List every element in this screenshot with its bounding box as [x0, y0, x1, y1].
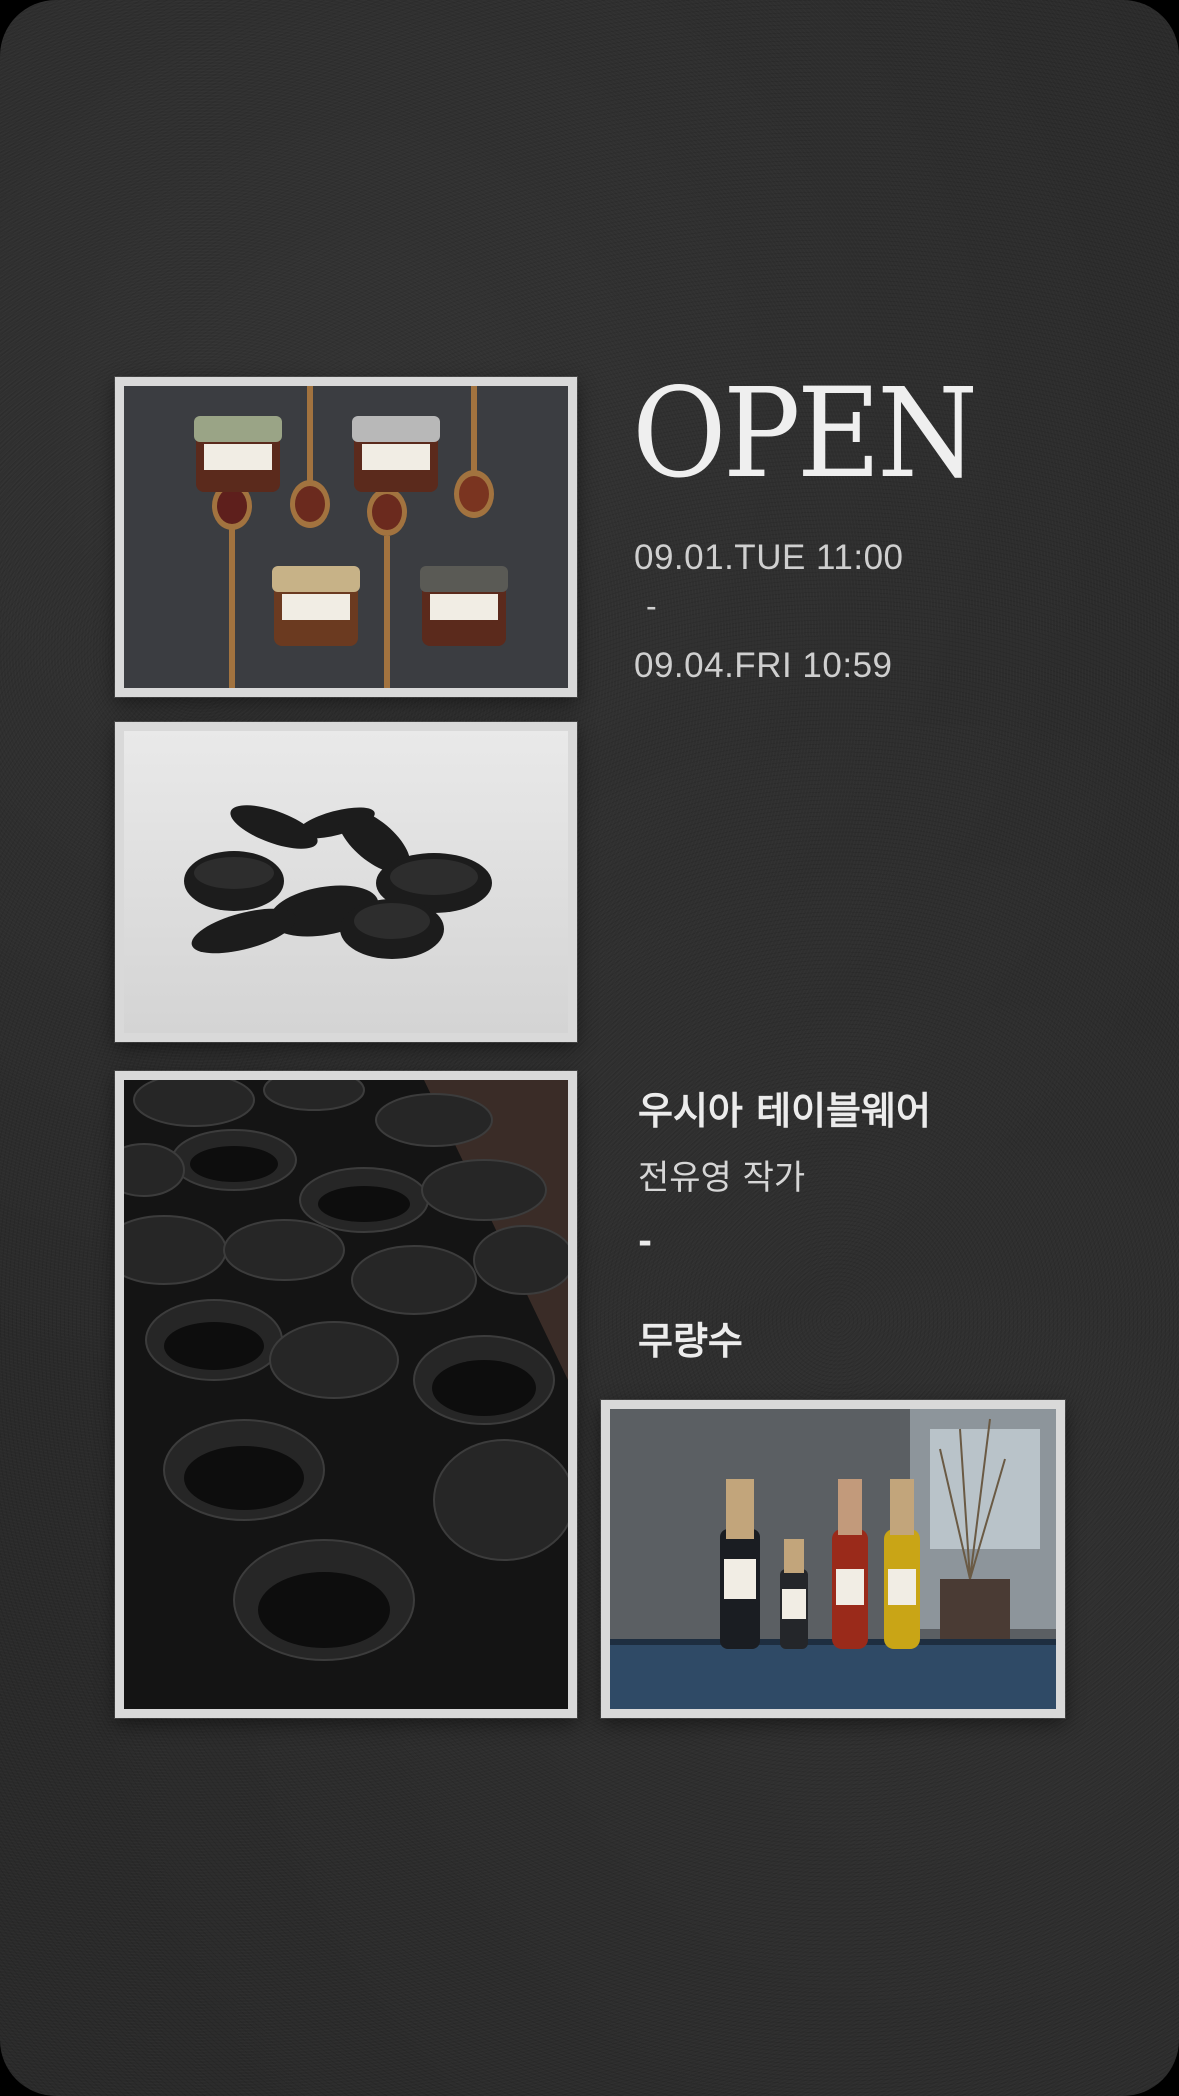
story-card: OPEN 09.01.TUE 11:00 - 09.04.FRI 10:59 우… — [0, 0, 1179, 2096]
jars-and-spoons-photo — [115, 377, 577, 697]
start-date: 09.01.TUE 11:00 — [634, 538, 904, 577]
info-separator: - — [638, 1222, 653, 1262]
artist-name: 전유영 작가 — [638, 1158, 806, 1198]
end-date: 09.04.FRI 10:59 — [634, 646, 893, 685]
black-dishes-photo — [115, 722, 577, 1042]
date-separator: - — [646, 588, 657, 624]
black-bowls-photo — [115, 1071, 577, 1718]
open-title: OPEN — [632, 362, 978, 506]
partner-name: 무량수 — [638, 1319, 743, 1363]
brand-name: 우시아 테이블웨어 — [638, 1089, 931, 1133]
bottles-photo — [601, 1400, 1065, 1718]
